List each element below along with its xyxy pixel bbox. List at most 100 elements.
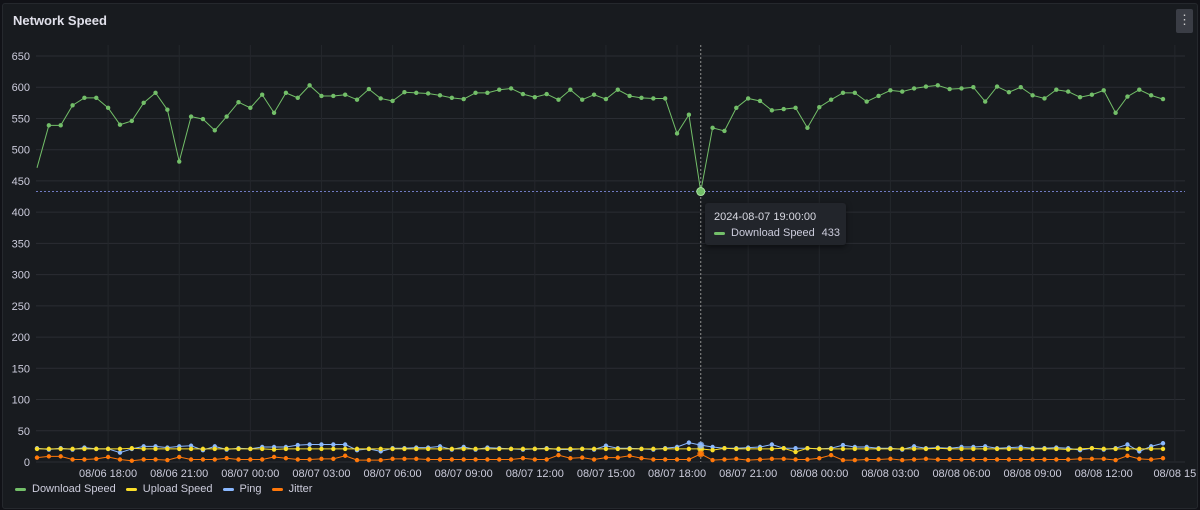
data-point-jitter bbox=[888, 456, 893, 462]
series-line-download-speed bbox=[36, 84, 1164, 192]
data-point-download-speed bbox=[745, 96, 751, 101]
data-point-upload-speed bbox=[840, 446, 846, 452]
data-point-upload-speed bbox=[508, 446, 514, 452]
data-point-ping bbox=[1125, 442, 1130, 447]
legend-item-download[interactable]: Download Speed bbox=[15, 483, 116, 495]
legend-label: Jitter bbox=[288, 483, 313, 495]
data-point-jitter bbox=[710, 457, 715, 463]
data-point-jitter bbox=[295, 457, 300, 462]
data-point-download-speed bbox=[342, 92, 348, 97]
data-point-upload-speed bbox=[686, 446, 692, 452]
data-point-download-speed bbox=[983, 99, 988, 104]
legend-item-ping[interactable]: Ping bbox=[222, 483, 262, 495]
data-point-download-speed bbox=[94, 95, 99, 101]
data-point-jitter bbox=[900, 457, 905, 463]
x-tick-label: 08/07 06:00 bbox=[364, 468, 422, 480]
legend: Download Speed Upload Speed Ping Jitter bbox=[15, 483, 312, 495]
data-point-download-speed bbox=[153, 90, 158, 96]
data-point-upload-speed bbox=[319, 446, 324, 452]
data-point-jitter bbox=[271, 454, 277, 460]
data-point-download-speed bbox=[923, 84, 929, 89]
data-point-jitter bbox=[1006, 457, 1012, 462]
data-point-jitter bbox=[70, 457, 75, 462]
data-point-download-speed bbox=[165, 107, 170, 112]
y-tick-label: 650 bbox=[12, 51, 30, 63]
data-point-jitter bbox=[497, 457, 502, 462]
x-tick-label: 08/08 00:00 bbox=[790, 468, 848, 480]
data-point-upload-speed bbox=[307, 446, 312, 452]
data-point-ping bbox=[769, 442, 775, 447]
data-point-jitter bbox=[639, 456, 644, 461]
tooltip-swatch bbox=[714, 231, 725, 235]
data-point-jitter bbox=[82, 457, 87, 462]
legend-item-jitter[interactable]: Jitter bbox=[271, 483, 313, 495]
data-point-ping bbox=[840, 442, 846, 448]
legend-swatch bbox=[15, 487, 26, 491]
data-point-jitter bbox=[200, 457, 206, 462]
data-point-jitter bbox=[1042, 457, 1047, 462]
data-point-jitter bbox=[425, 457, 431, 462]
data-point-jitter bbox=[46, 454, 52, 459]
data-point-jitter bbox=[177, 454, 182, 460]
data-point-jitter bbox=[627, 453, 632, 458]
data-point-upload-speed bbox=[520, 446, 526, 452]
data-point-upload-speed bbox=[449, 446, 455, 452]
data-point-upload-speed bbox=[793, 449, 798, 455]
data-point-download-speed bbox=[236, 100, 241, 105]
data-point-upload-speed bbox=[236, 446, 241, 452]
data-point-jitter bbox=[283, 456, 289, 461]
data-point-download-speed bbox=[1160, 96, 1166, 102]
data-point-jitter bbox=[662, 457, 668, 462]
data-point-jitter bbox=[1125, 453, 1130, 458]
data-point-upload-speed bbox=[177, 446, 182, 452]
data-point-jitter bbox=[236, 457, 241, 462]
network-speed-chart[interactable]: 0 50 100 150 200 250 300 350 400 450 500 550 600 650 0… bbox=[0, 0, 1200, 510]
data-point-jitter bbox=[947, 457, 952, 462]
data-point-upload-speed bbox=[1125, 446, 1130, 452]
series-line-ping bbox=[36, 442, 1164, 454]
data-point-upload-speed bbox=[34, 446, 40, 452]
data-point-download-speed bbox=[591, 92, 597, 97]
data-point-download-speed bbox=[212, 128, 217, 133]
y-tick-label: 0 bbox=[24, 457, 30, 469]
data-point-upload-speed bbox=[70, 446, 75, 452]
data-point-download-speed bbox=[840, 90, 846, 96]
data-point-jitter bbox=[686, 457, 692, 462]
data-point-jitter bbox=[580, 455, 585, 460]
data-point-download-speed bbox=[544, 91, 549, 97]
data-point-upload-speed bbox=[1077, 446, 1083, 452]
highlighted-point bbox=[697, 450, 705, 458]
data-point-download-speed bbox=[141, 100, 146, 106]
data-point-jitter bbox=[248, 457, 253, 462]
data-point-jitter bbox=[745, 457, 751, 463]
y-tick-label: 450 bbox=[12, 176, 30, 188]
data-point-download-speed bbox=[1006, 90, 1012, 95]
data-point-upload-speed bbox=[734, 446, 739, 452]
highlighted-point bbox=[696, 187, 706, 197]
legend-label: Download Speed bbox=[32, 483, 116, 495]
data-point-jitter bbox=[331, 456, 336, 462]
data-point-download-speed bbox=[959, 86, 964, 91]
data-point-jitter bbox=[1113, 457, 1118, 463]
data-point-download-speed bbox=[864, 99, 869, 104]
data-point-jitter bbox=[1148, 457, 1154, 462]
legend-swatch bbox=[271, 487, 283, 491]
data-point-upload-speed bbox=[425, 446, 431, 452]
legend-item-upload[interactable]: Upload Speed bbox=[125, 483, 213, 495]
data-point-upload-speed bbox=[828, 446, 834, 452]
data-point-upload-speed bbox=[82, 446, 87, 452]
data-point-download-speed bbox=[437, 93, 443, 98]
data-point-jitter bbox=[473, 457, 478, 462]
data-point-upload-speed bbox=[959, 446, 964, 452]
data-point-upload-speed bbox=[224, 446, 229, 452]
data-point-upload-speed bbox=[983, 446, 988, 452]
data-point-download-speed bbox=[70, 103, 75, 108]
data-point-jitter bbox=[805, 457, 810, 462]
data-point-upload-speed bbox=[556, 446, 561, 452]
data-point-download-speed bbox=[1065, 89, 1071, 94]
data-point-jitter bbox=[1018, 457, 1023, 462]
data-point-jitter bbox=[260, 457, 265, 462]
x-tick-label: 08/08 12:00 bbox=[1075, 468, 1133, 480]
data-point-upload-speed bbox=[971, 446, 976, 452]
data-point-download-speed bbox=[556, 97, 561, 102]
